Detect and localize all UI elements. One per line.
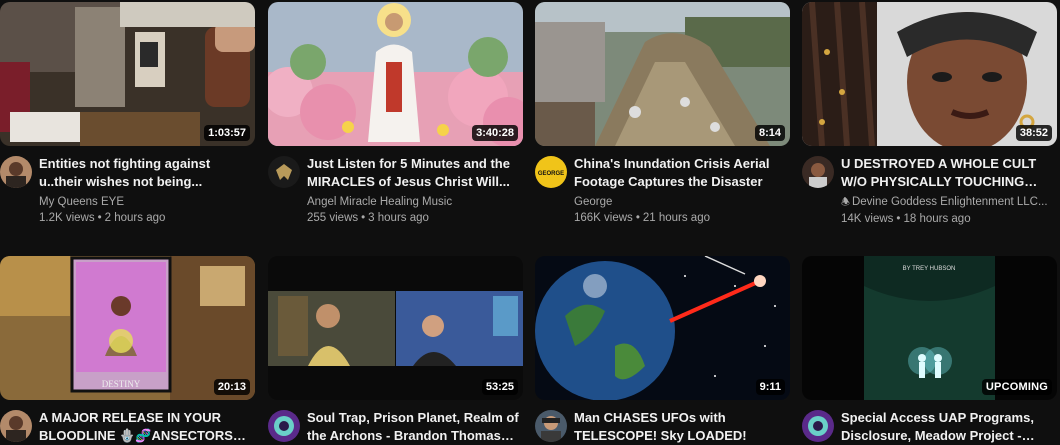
channel-avatar[interactable] (802, 156, 834, 188)
channel-name[interactable]: Angel Miracle Healing Music (307, 194, 519, 210)
channel-name[interactable]: George (574, 194, 786, 210)
upcoming-badge: UPCOMING (981, 379, 1052, 395)
channel-avatar[interactable] (268, 156, 300, 188)
video-title[interactable]: China's Inundation Crisis Aerial Footage… (574, 155, 786, 191)
video-thumbnail[interactable]: 38:52 (802, 2, 1057, 146)
video-duration: 38:52 (1015, 125, 1052, 141)
video-duration: 8:14 (754, 125, 785, 141)
video-stats: 166K views • 21 hours ago (574, 210, 786, 226)
video-stats: 255 views • 3 hours ago (307, 210, 519, 226)
thumbnail-image (535, 2, 790, 146)
separator: • (635, 212, 640, 224)
video-duration: 1:03:57 (204, 125, 250, 141)
upload-age: 18 hours ago (903, 213, 971, 225)
separator: • (896, 213, 901, 225)
channel-avatar[interactable] (268, 410, 300, 442)
upload-age: 21 hours ago (642, 212, 710, 224)
podcast-icon: 🕭 (841, 197, 850, 208)
video-title[interactable]: Just Listen for 5 Minutes and the MIRACL… (307, 155, 519, 191)
video-title[interactable]: Entities not fighting against u..their w… (39, 155, 251, 191)
channel-name[interactable]: My Queens EYE (39, 194, 251, 210)
avatar-text: GEORGE (538, 171, 564, 177)
channel-name-text: Devine Goddess Enlightenment LLC... (851, 196, 1048, 208)
video-stats: 1.2K views • 2 hours ago (39, 210, 251, 226)
view-count: 255 views (307, 212, 359, 224)
upload-age: 2 hours ago (104, 212, 166, 224)
video-title[interactable]: U DESTROYED A WHOLE CULT W/O PHYSICALLY … (841, 155, 1053, 191)
video-duration: 20:13 (213, 379, 250, 395)
video-title[interactable]: Special Access UAP Programs, Disclosure,… (841, 409, 1053, 445)
video-title[interactable]: Man CHASES UFOs with TELESCOPE! Sky LOAD… (574, 409, 786, 445)
channel-avatar[interactable] (0, 410, 32, 442)
view-count: 166K views (574, 212, 633, 224)
video-duration: 53:25 (481, 379, 518, 395)
separator: • (97, 212, 102, 224)
video-thumbnail[interactable]: BY TREY HUBSON UPCOMING (802, 256, 1057, 400)
channel-avatar[interactable]: GEORGE (535, 156, 567, 188)
video-thumbnail[interactable]: DESTINY 20:13 (0, 256, 255, 400)
video-thumbnail[interactable]: 9:11 (535, 256, 790, 400)
thumbnail-caption: BY TREY HUBSON (903, 266, 956, 272)
video-duration: 9:11 (755, 379, 785, 395)
thumbnail-image (535, 256, 790, 400)
view-count: 1.2K views (39, 212, 95, 224)
separator: • (361, 212, 366, 224)
video-title[interactable]: A MAJOR RELEASE IN YOUR BLOODLINE 🪬🧬ANSE… (39, 409, 251, 445)
video-title[interactable]: Soul Trap, Prison Planet, Realm of the A… (307, 409, 519, 445)
video-thumbnail[interactable]: 1:03:57 (0, 2, 255, 146)
video-duration: 3:40:28 (472, 125, 518, 141)
video-thumbnail[interactable]: 53:25 (268, 256, 523, 400)
video-stats: 14K views • 18 hours ago (841, 211, 1053, 227)
view-count: 14K views (841, 213, 894, 225)
upload-age: 3 hours ago (368, 212, 429, 224)
thumbnail-caption: DESTINY (102, 379, 141, 389)
channel-avatar[interactable] (0, 156, 32, 188)
channel-name[interactable]: 🕭 Devine Goddess Enlightenment LLC... (841, 194, 1053, 211)
channel-avatar[interactable] (535, 410, 567, 442)
video-thumbnail[interactable]: 8:14 (535, 2, 790, 146)
channel-avatar[interactable] (802, 410, 834, 442)
video-thumbnail[interactable]: 3:40:28 (268, 2, 523, 146)
